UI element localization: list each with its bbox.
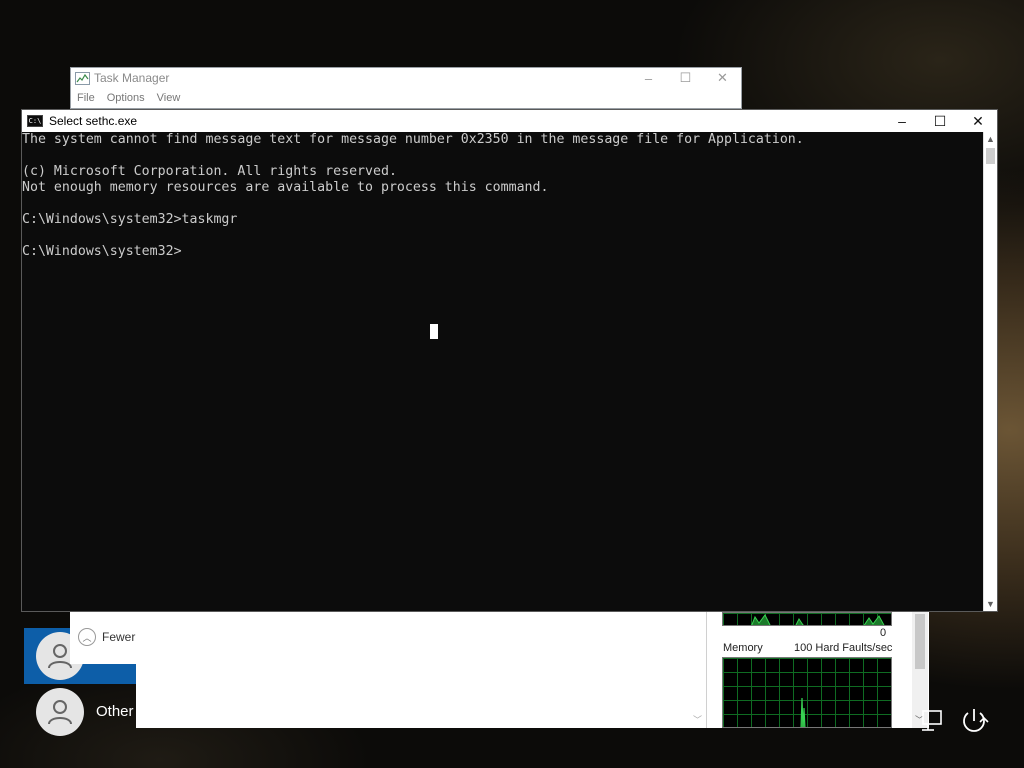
close-button[interactable]: ✕ (704, 68, 741, 88)
menu-file[interactable]: File (77, 92, 95, 104)
console-scrollbar[interactable]: ▲ ▼ (983, 132, 997, 611)
hard-faults-label: 100 Hard Faults/sec (794, 642, 893, 654)
scroll-down-icon[interactable]: ▼ (984, 597, 997, 611)
minimize-button[interactable]: – (630, 68, 667, 88)
memory-label: Memory (723, 642, 763, 654)
graph-scale-label: 0 (880, 627, 887, 639)
maximize-button[interactable]: ☐ (667, 68, 704, 88)
command-prompt-title: Select sethc.exe (49, 114, 138, 128)
command-prompt-icon: C:\ (27, 115, 43, 127)
command-prompt-titlebar[interactable]: C:\ Select sethc.exe – ☐ ✕ (22, 110, 997, 132)
task-manager-left-scrollbar[interactable]: ﹀ (690, 612, 706, 728)
task-manager-window[interactable]: Task Manager – ☐ ✕ File Options View (70, 67, 742, 109)
menu-options[interactable]: Options (107, 92, 145, 104)
console-line: C:\Windows\system32>taskmgr (22, 212, 238, 227)
scroll-down-icon[interactable]: ﹀ (693, 713, 702, 726)
other-user-label[interactable]: Other (96, 703, 134, 720)
console-line: Not enough memory resources are availabl… (22, 180, 549, 195)
power-icon[interactable] (958, 705, 990, 742)
scrollbar-thumb[interactable] (915, 614, 925, 669)
task-manager-sidebar-panel (136, 612, 706, 728)
fewer-details-label: Fewer (102, 630, 136, 644)
upper-graph (722, 612, 892, 626)
network-icon[interactable] (914, 706, 944, 741)
memory-graph (722, 657, 892, 728)
console-prompt-line[interactable]: C:\Windows\system32> (22, 244, 985, 260)
fewer-details-button[interactable]: ︿ Fewer (78, 628, 135, 646)
console-output[interactable]: The system cannot find message text for … (22, 132, 985, 611)
console-line: The system cannot find message text for … (22, 132, 804, 147)
scrollbar-thumb[interactable] (986, 148, 995, 164)
scroll-up-icon[interactable]: ▲ (984, 132, 997, 146)
task-manager-titlebar[interactable]: Task Manager – ☐ ✕ (71, 68, 741, 88)
command-prompt-window[interactable]: C:\ Select sethc.exe – ☐ ✕ The system ca… (21, 109, 998, 612)
task-manager-title: Task Manager (94, 71, 170, 85)
task-manager-menubar: File Options View (71, 88, 741, 108)
minimize-button[interactable]: – (883, 110, 921, 132)
menu-view[interactable]: View (157, 92, 181, 104)
mouse-cursor (430, 324, 438, 339)
close-button[interactable]: ✕ (959, 110, 997, 132)
maximize-button[interactable]: ☐ (921, 110, 959, 132)
task-manager-icon (75, 71, 90, 85)
other-user-avatar-icon[interactable] (36, 688, 84, 736)
console-line: (c) Microsoft Corporation. All rights re… (22, 164, 397, 179)
chevron-up-icon: ︿ (78, 628, 96, 646)
